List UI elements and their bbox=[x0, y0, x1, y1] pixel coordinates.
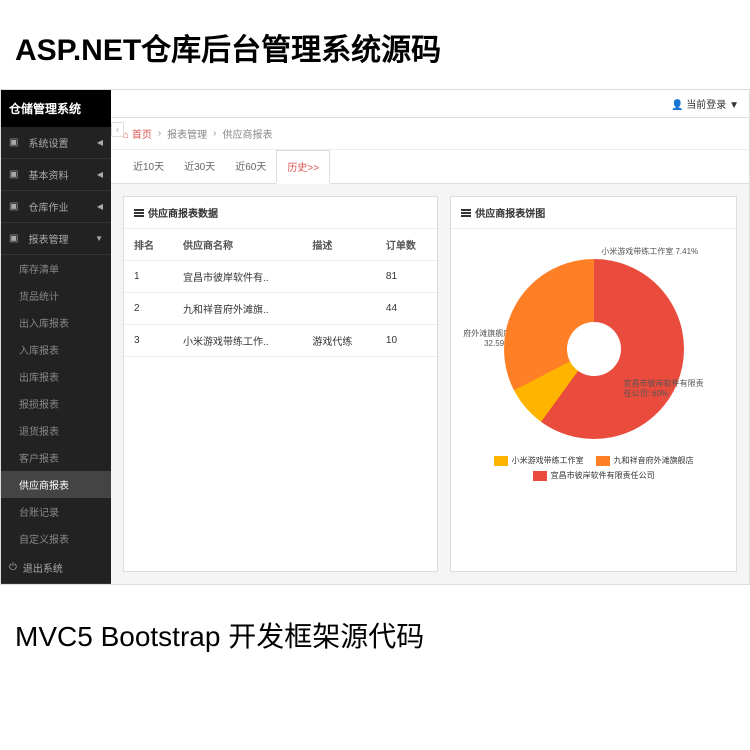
table-header: 描述 bbox=[302, 229, 376, 261]
chevron-left-icon: ◀ bbox=[97, 170, 103, 179]
breadcrumb-item[interactable]: 报表管理 bbox=[167, 126, 207, 141]
user-menu[interactable]: 👤 当前登录 ▼ bbox=[671, 96, 739, 111]
user-label: 当前登录 bbox=[686, 100, 726, 111]
content-row: 供应商报表数据 排名供应商名称描述订单数 1宜昌市彼岸软件有..812九和祥音府… bbox=[111, 184, 749, 584]
legend-item: 九和祥音府外滩旗舰店 bbox=[596, 455, 694, 466]
nav-base[interactable]: 基本资料 ◀ bbox=[1, 159, 111, 191]
tab-30d[interactable]: 近30天 bbox=[174, 150, 225, 183]
promo-title-bottom: MVC5 Bootstrap 开发框架源代码 bbox=[0, 585, 750, 685]
grid-icon bbox=[9, 169, 22, 180]
grid-icon bbox=[9, 137, 22, 148]
nav-label: 报表管理 bbox=[28, 231, 68, 246]
table-cell: 3 bbox=[124, 325, 173, 357]
legend-item: 小米游戏带练工作室 bbox=[494, 455, 584, 466]
table-header: 订单数 bbox=[376, 229, 437, 261]
grid-icon bbox=[9, 201, 22, 212]
table-cell: 游戏代练 bbox=[302, 325, 376, 357]
sidebar-collapse-button[interactable]: ‹ bbox=[111, 122, 124, 137]
table-cell bbox=[302, 293, 376, 325]
sidebar-sub-item[interactable]: 退货报表 bbox=[1, 417, 111, 444]
swatch-icon bbox=[596, 456, 610, 466]
main-area: 👤 当前登录 ▼ ‹ ⌂ 首页 › 报表管理 › 供应商报表 近10天 近30天… bbox=[111, 90, 749, 584]
sidebar-sub-item[interactable]: 自定义报表 bbox=[1, 525, 111, 552]
home-icon[interactable]: ⌂ 首页 bbox=[123, 126, 152, 141]
bars-icon bbox=[461, 209, 471, 217]
nav-label: 基本资料 bbox=[28, 167, 68, 182]
app-window: 仓储管理系统 系统设置◀ 基本资料◀ 仓库作业◀ 报表管理▼ 库存清单货品统计出… bbox=[0, 89, 750, 585]
pie-label: 府外滩旗舰店 32.59% bbox=[451, 329, 511, 348]
swatch-icon bbox=[494, 456, 508, 466]
pie-chart: 小米游戏带练工作室 7.41% 府外滩旗舰店 32.59% 宜昌市彼岸软件有限责… bbox=[451, 229, 736, 497]
sidebar-sub-item[interactable]: 库存清单 bbox=[1, 255, 111, 282]
table-cell: 宜昌市彼岸软件有.. bbox=[173, 261, 302, 293]
sidebar: 仓储管理系统 系统设置◀ 基本资料◀ 仓库作业◀ 报表管理▼ 库存清单货品统计出… bbox=[1, 90, 111, 584]
sidebar-sub-item[interactable]: 供应商报表 bbox=[1, 471, 111, 498]
table-cell: 九和祥音府外滩旗.. bbox=[173, 293, 302, 325]
breadcrumb: ‹ ⌂ 首页 › 报表管理 › 供应商报表 bbox=[111, 118, 749, 150]
bars-icon bbox=[134, 209, 144, 217]
breadcrumb-sep: › bbox=[158, 128, 161, 139]
table-cell: 小米游戏带练工作.. bbox=[173, 325, 302, 357]
sidebar-sub-item[interactable]: 出库报表 bbox=[1, 363, 111, 390]
panel-header: 供应商报表数据 bbox=[124, 197, 437, 229]
chevron-left-icon: ◀ bbox=[97, 202, 103, 211]
sidebar-sub-item[interactable]: 报损报表 bbox=[1, 390, 111, 417]
table-row: 1宜昌市彼岸软件有.. 81 bbox=[124, 261, 437, 293]
chart-legend: 小米游戏带练工作室 九和祥音府外滩旗舰店宜昌市彼岸软件有限责任公司 bbox=[461, 449, 726, 487]
nav-label: 仓库作业 bbox=[28, 199, 68, 214]
table-cell: 2 bbox=[124, 293, 173, 325]
pie-label: 宜昌市彼岸软件有限责任公司: 60% bbox=[624, 379, 704, 398]
brand-title: 仓储管理系统 bbox=[1, 90, 111, 127]
table-row: 2九和祥音府外滩旗.. 44 bbox=[124, 293, 437, 325]
sidebar-sub-item[interactable]: 货品统计 bbox=[1, 282, 111, 309]
grid-icon bbox=[9, 233, 22, 244]
swatch-icon bbox=[533, 471, 547, 481]
breadcrumb-item: 供应商报表 bbox=[223, 126, 273, 141]
supplier-table: 排名供应商名称描述订单数 1宜昌市彼岸软件有..812九和祥音府外滩旗..443… bbox=[124, 229, 437, 357]
sidebar-sub-item[interactable]: 台账记录 bbox=[1, 498, 111, 525]
chevron-left-icon: ◀ bbox=[97, 138, 103, 147]
table-cell: 1 bbox=[124, 261, 173, 293]
topbar: 👤 当前登录 ▼ bbox=[111, 90, 749, 118]
sidebar-sub-item[interactable]: 出入库报表 bbox=[1, 309, 111, 336]
breadcrumb-sep: › bbox=[213, 128, 216, 139]
pie-graphic: 宜昌市彼岸软件有限责任公司: 60% bbox=[504, 259, 684, 439]
promo-title-top: ASP.NET仓库后台管理系统源码 bbox=[0, 0, 750, 89]
table-row: 3小米游戏带练工作..游戏代练10 bbox=[124, 325, 437, 357]
pie-label: 小米游戏带练工作室 7.41% bbox=[601, 247, 698, 257]
table-cell: 81 bbox=[376, 261, 437, 293]
nav-label: 退出系统 bbox=[23, 560, 63, 575]
chart-panel: 供应商报表饼图 小米游戏带练工作室 7.41% 府外滩旗舰店 32.59% 宜昌… bbox=[450, 196, 737, 572]
tab-10d[interactable]: 近10天 bbox=[123, 150, 174, 183]
table-cell: 10 bbox=[376, 325, 437, 357]
table-cell bbox=[302, 261, 376, 293]
data-panel: 供应商报表数据 排名供应商名称描述订单数 1宜昌市彼岸软件有..812九和祥音府… bbox=[123, 196, 438, 572]
nav-system[interactable]: 系统设置 ◀ bbox=[1, 127, 111, 159]
sidebar-sub-item[interactable]: 客户报表 bbox=[1, 444, 111, 471]
table-cell: 44 bbox=[376, 293, 437, 325]
legend-item: 宜昌市彼岸软件有限责任公司 bbox=[533, 470, 655, 481]
time-tabs: 近10天 近30天 近60天 历史>> bbox=[111, 150, 749, 184]
table-header: 排名 bbox=[124, 229, 173, 261]
sidebar-sub-item[interactable]: 入库报表 bbox=[1, 336, 111, 363]
tab-history[interactable]: 历史>> bbox=[276, 150, 330, 184]
table-header: 供应商名称 bbox=[173, 229, 302, 261]
tab-60d[interactable]: 近60天 bbox=[225, 150, 276, 183]
nav-exit[interactable]: ⏻ 退出系统 bbox=[1, 552, 111, 584]
nav-label: 系统设置 bbox=[28, 135, 68, 150]
chevron-down-icon: ▼ bbox=[95, 234, 103, 243]
power-icon: ⏻ bbox=[9, 562, 17, 573]
panel-header: 供应商报表饼图 bbox=[451, 197, 736, 229]
nav-warehouse[interactable]: 仓库作业 ◀ bbox=[1, 191, 111, 223]
nav-report[interactable]: 报表管理 ▼ bbox=[1, 223, 111, 255]
